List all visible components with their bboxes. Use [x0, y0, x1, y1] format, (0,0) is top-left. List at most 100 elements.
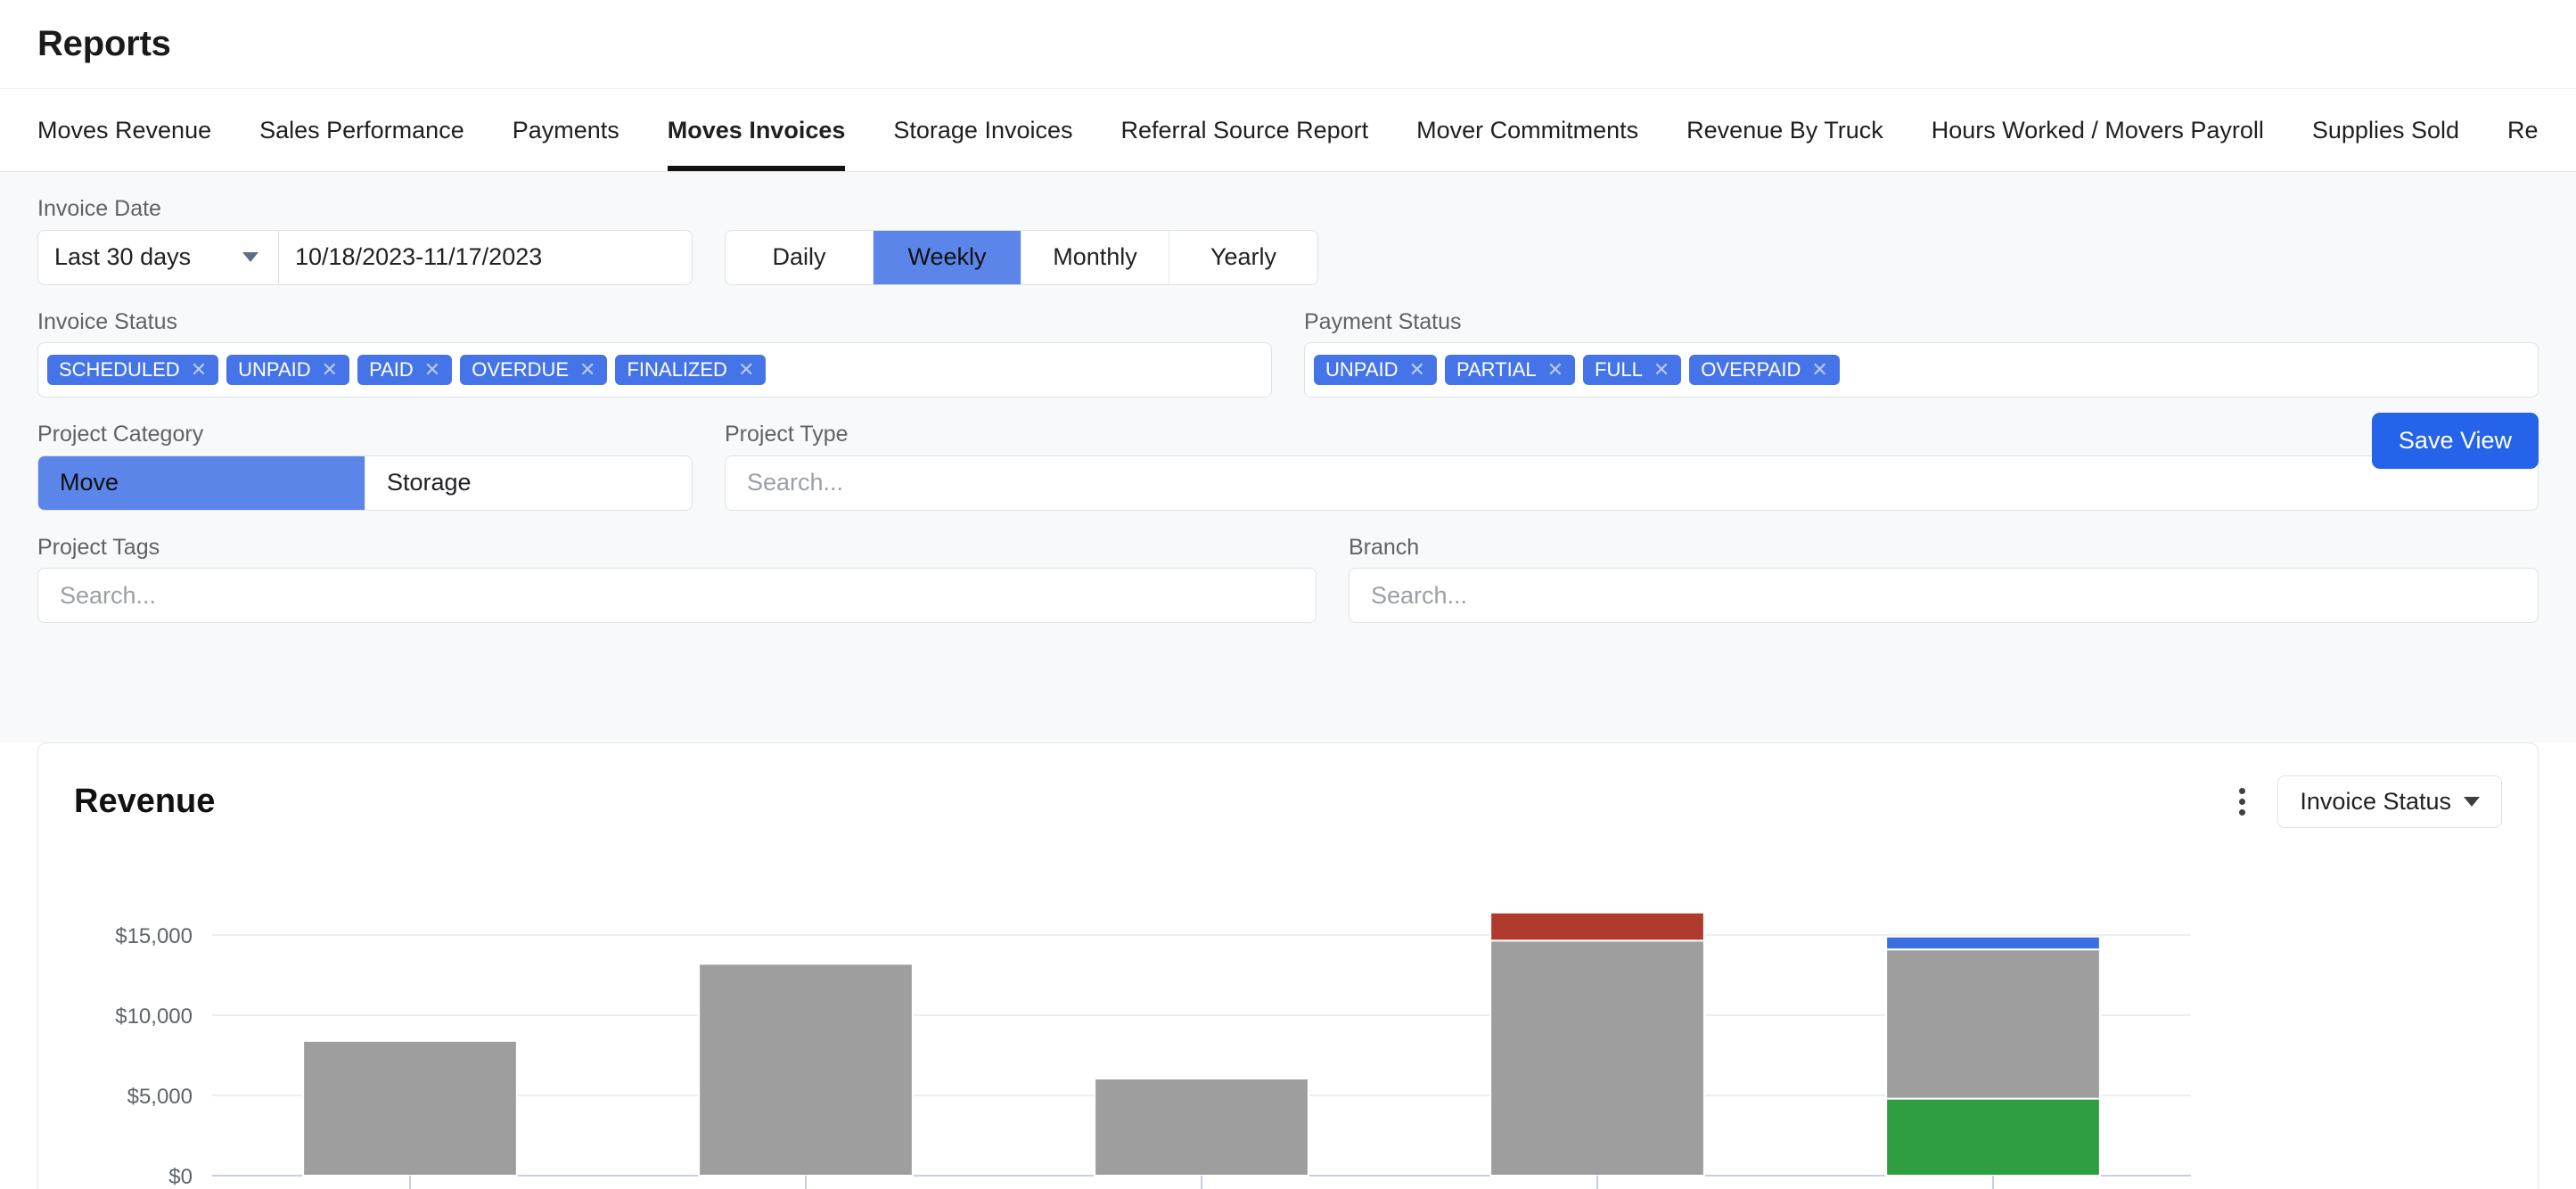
- project-type-input[interactable]: Search...: [725, 455, 2539, 511]
- chip-label: PAID: [369, 358, 414, 381]
- chart-plot-area: $0$5,000$10,000$15,000Oct 16, 2023Oct 23…: [38, 877, 2538, 1189]
- bar-segment-paid[interactable]: [1094, 1078, 1309, 1177]
- chip-label: FULL: [1595, 358, 1643, 381]
- invoice-date-label: Invoice Date: [37, 196, 161, 221]
- page-header: Reports: [0, 0, 2576, 89]
- invoice-status-chipbox[interactable]: SCHEDULED ✕ UNPAID ✕ PAID ✕ OVERDUE ✕ FINALIZED ✕: [37, 342, 1272, 398]
- save-view-button[interactable]: Save View: [2371, 413, 2539, 469]
- tab-moves-invoices[interactable]: Moves Invoices: [644, 89, 870, 171]
- bar-segment-overdue[interactable]: [1489, 911, 1705, 942]
- granularity-option-yearly[interactable]: Yearly: [1169, 231, 1317, 284]
- payment-status-label: Payment Status: [1304, 308, 1462, 334]
- chip-label: OVERDUE: [472, 358, 570, 381]
- chip-remove-icon[interactable]: ✕: [424, 360, 440, 380]
- branch-input[interactable]: Search...: [1349, 568, 2539, 623]
- project-type-filter: Project Type Search...: [725, 422, 2539, 511]
- chip-partial[interactable]: PARTIAL ✕: [1444, 355, 1576, 385]
- chip-label: OVERPAID: [1701, 358, 1801, 381]
- chevron-down-icon: [242, 252, 258, 262]
- payment-status-chipbox[interactable]: UNPAID ✕ PARTIAL ✕ FULL ✕ OVERPAID ✕: [1304, 342, 2539, 398]
- revenue-chart-card: Revenue Invoice Status $0 $5,000 $10,000 $1…: [37, 742, 2539, 1189]
- project-tags-label: Project Tags: [37, 534, 160, 560]
- chip-paid[interactable]: PAID ✕: [357, 355, 453, 385]
- chip-label: FINALIZED: [627, 358, 727, 381]
- filters-row-primary: Invoice Date Last 30 days 10/18/2023-11/…: [37, 196, 2539, 285]
- tab-hours-worked-movers-payroll[interactable]: Hours Worked / Movers Payroll: [1907, 89, 2288, 171]
- tab-re[interactable]: Re: [2483, 89, 2563, 171]
- granularity-option-daily[interactable]: Daily: [726, 230, 874, 284]
- chip-remove-icon[interactable]: ✕: [322, 360, 338, 380]
- tab-mover-commitments[interactable]: Mover Commitments: [1392, 89, 1662, 171]
- chip-remove-icon[interactable]: ✕: [579, 360, 595, 380]
- granularity-filter: Daily Weekly Monthly Yearly: [693, 229, 1318, 285]
- branch-filter: Branch Search...: [1349, 534, 2539, 623]
- invoice-status-label: Invoice Status: [37, 308, 178, 334]
- invoice-date-control[interactable]: Last 30 days 10/18/2023-11/17/2023: [37, 229, 693, 285]
- date-preset-select[interactable]: Last 30 days: [38, 230, 279, 284]
- group-by-value: Invoice Status: [2300, 788, 2451, 815]
- filters-panel: Invoice Date Last 30 days 10/18/2023-11/…: [0, 172, 2576, 742]
- bar-segment-paid[interactable]: [1885, 948, 2101, 1100]
- bar-segment-unpaid[interactable]: [1885, 1097, 2101, 1177]
- chip-remove-icon[interactable]: ✕: [1409, 360, 1425, 380]
- tab-storage-invoices[interactable]: Storage Invoices: [869, 89, 1096, 171]
- chip-overdue[interactable]: OVERDUE ✕: [460, 355, 608, 385]
- chip-label: SCHEDULED: [59, 358, 180, 381]
- y-axis-tick-label: $5,000: [127, 1085, 193, 1109]
- chart-header-actions: Invoice Status: [2230, 775, 2502, 828]
- project-tags-filter: Project Tags Search...: [37, 534, 1317, 623]
- chip-finalized[interactable]: FINALIZED ✕: [615, 355, 767, 385]
- chip-unpaid[interactable]: UNPAID ✕: [226, 355, 350, 385]
- project-category-toggle[interactable]: Move Storage: [37, 455, 693, 511]
- y-axis-tick-label: $10,000: [115, 1004, 193, 1029]
- granularity-option-weekly[interactable]: Weekly: [874, 230, 1021, 284]
- chip-remove-icon[interactable]: ✕: [1811, 360, 1827, 380]
- project-category-filter: Project Category Move Storage: [37, 422, 693, 511]
- tab-supplies-sold[interactable]: Supplies Sold: [2288, 89, 2483, 171]
- chip-scheduled[interactable]: SCHEDULED ✕: [47, 355, 219, 385]
- page-title: Reports: [37, 24, 171, 63]
- tab-moves-revenue[interactable]: Moves Revenue: [37, 89, 235, 171]
- chip-remove-icon[interactable]: ✕: [191, 360, 207, 380]
- payment-status-filter: Payment Status UNPAID ✕ PARTIAL ✕ FULL ✕ OVERP…: [1304, 308, 2539, 398]
- date-range-input[interactable]: 10/18/2023-11/17/2023: [279, 231, 692, 284]
- chip-label: PARTIAL: [1456, 358, 1537, 381]
- chart-title: Revenue: [74, 783, 216, 820]
- y-axis-tick-label: $0: [168, 1165, 193, 1189]
- chip-overpaid[interactable]: OVERPAID ✕: [1689, 355, 1840, 385]
- chart-card-header: Revenue Invoice Status: [38, 743, 2538, 828]
- tab-payments[interactable]: Payments: [488, 89, 644, 171]
- invoice-date-filter: Invoice Date Last 30 days 10/18/2023-11/…: [37, 196, 693, 285]
- granularity-option-monthly[interactable]: Monthly: [1021, 230, 1169, 284]
- project-type-label: Project Type: [725, 422, 849, 447]
- group-by-dropdown[interactable]: Invoice Status: [2277, 775, 2502, 828]
- report-tab-bar[interactable]: Moves Revenue Sales Performance Payments Mo…: [0, 89, 2576, 172]
- chip-remove-icon[interactable]: ✕: [1653, 360, 1669, 380]
- chip-full[interactable]: FULL ✕: [1583, 355, 1682, 385]
- granularity-segmented-control[interactable]: Daily Weekly Monthly Yearly: [725, 229, 1318, 285]
- project-category-option-storage[interactable]: Storage: [365, 456, 692, 510]
- project-category-label: Project Category: [37, 422, 204, 447]
- tab-revenue-by-truck[interactable]: Revenue By Truck: [1662, 89, 1907, 171]
- chevron-down-icon: [2464, 797, 2480, 807]
- bar-segment-paid[interactable]: [698, 963, 914, 1177]
- revenue-bar-chart[interactable]: $0$5,000$10,000$15,000Oct 16, 2023Oct 23…: [38, 877, 2539, 1189]
- project-tags-input[interactable]: Search...: [37, 568, 1317, 623]
- project-category-option-move[interactable]: Move: [38, 455, 365, 510]
- branch-label: Branch: [1349, 534, 1420, 560]
- chip-remove-icon[interactable]: ✕: [1547, 360, 1563, 380]
- status-filters-row: Invoice Status SCHEDULED ✕ UNPAID ✕ PAID ✕ OVE…: [37, 308, 2539, 398]
- tab-sales-performance[interactable]: Sales Performance: [235, 89, 488, 171]
- chip-unpaid[interactable]: UNPAID ✕: [1314, 355, 1437, 385]
- chip-label: UNPAID: [1325, 358, 1399, 381]
- chip-label: UNPAID: [238, 358, 311, 381]
- y-axis-tick-label: $15,000: [115, 924, 193, 948]
- chip-remove-icon[interactable]: ✕: [738, 360, 754, 380]
- date-preset-value: Last 30 days: [54, 243, 192, 270]
- bar-segment-paid[interactable]: [302, 1039, 518, 1177]
- tab-referral-source-report[interactable]: Referral Source Report: [1097, 89, 1393, 171]
- bar-segment-finalized[interactable]: [1885, 935, 2101, 951]
- category-type-row: Project Category Move Storage Project Typ…: [37, 422, 2539, 511]
- kebab-menu-icon[interactable]: [2230, 781, 2254, 823]
- bar-segment-paid[interactable]: [1489, 939, 1705, 1177]
